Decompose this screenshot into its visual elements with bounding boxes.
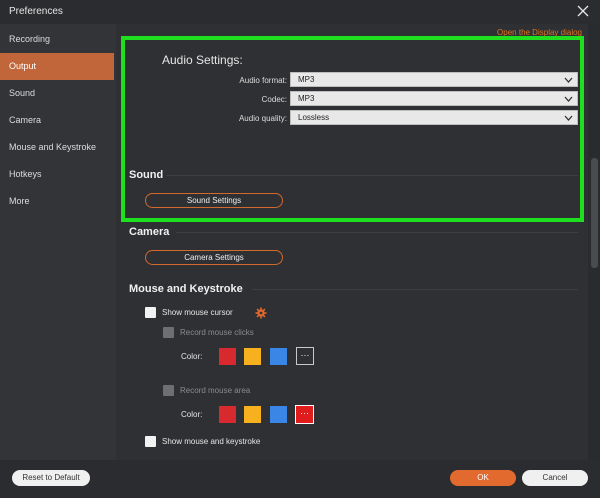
record-mouse-clicks-checkbox[interactable]	[163, 327, 174, 338]
ok-label: OK	[477, 473, 489, 482]
mouse-keystroke-section-title: Mouse and Keystroke	[129, 283, 243, 295]
sidebar-item-camera[interactable]: Camera	[0, 107, 114, 134]
reset-label: Reset to Default	[22, 473, 80, 482]
show-mouse-and-keystroke-checkbox[interactable]	[145, 436, 156, 447]
sidebar-item-more[interactable]: More	[0, 188, 114, 215]
sidebar-item-label: Recording	[9, 34, 51, 44]
more-colors-button[interactable]: ···	[296, 347, 314, 365]
custom-color-button-selected[interactable]: ···	[295, 405, 314, 424]
cancel-button[interactable]: Cancel	[522, 470, 588, 486]
sidebar: Recording Output Sound Camera Mouse and …	[0, 24, 116, 460]
show-mouse-cursor-checkbox[interactable]	[145, 307, 156, 318]
camera-section-title: Camera	[129, 226, 170, 238]
record-mouse-clicks-label: Record mouse clicks	[180, 328, 254, 337]
color-swatch-red[interactable]	[219, 406, 236, 423]
more-colors-glyph: ···	[300, 408, 309, 418]
footer-bar: Reset to Default OK Cancel	[0, 460, 600, 498]
sidebar-item-label: Hotkeys	[9, 169, 42, 179]
show-mouse-and-keystroke-label: Show mouse and keystroke	[162, 437, 261, 446]
gear-icon[interactable]	[255, 307, 267, 319]
cancel-label: Cancel	[542, 473, 568, 482]
sidebar-item-label: Sound	[9, 88, 36, 98]
camera-settings-label: Camera Settings	[184, 253, 244, 262]
reset-to-default-button[interactable]: Reset to Default	[12, 470, 90, 486]
window-title: Preferences	[9, 6, 63, 17]
sidebar-item-mouse-and-keystroke[interactable]: Mouse and Keystroke	[0, 134, 114, 161]
color-swatch-red[interactable]	[219, 348, 236, 365]
more-colors-glyph: ···	[300, 350, 310, 360]
section-divider	[176, 232, 578, 233]
color-swatch-blue[interactable]	[270, 406, 287, 423]
show-mouse-cursor-label: Show mouse cursor	[162, 308, 233, 317]
sidebar-item-sound[interactable]: Sound	[0, 80, 114, 107]
sidebar-item-label: Output	[9, 61, 37, 71]
color-swatch-blue[interactable]	[270, 348, 287, 365]
sidebar-item-output[interactable]: Output	[0, 53, 114, 80]
sidebar-item-hotkeys[interactable]: Hotkeys	[0, 161, 114, 188]
color-swatch-yellow[interactable]	[244, 348, 261, 365]
highlight-frame	[121, 36, 584, 222]
section-divider	[252, 289, 578, 290]
scrollbar-thumb[interactable]	[591, 158, 598, 268]
close-icon[interactable]	[574, 2, 592, 20]
sidebar-item-label: More	[9, 196, 30, 206]
record-mouse-area-checkbox[interactable]	[163, 385, 174, 396]
sidebar-item-label: Camera	[9, 115, 42, 125]
sidebar-item-label: Mouse and Keystroke	[9, 142, 97, 152]
color-label: Color:	[181, 410, 203, 419]
color-swatch-yellow[interactable]	[244, 406, 261, 423]
sidebar-item-recording[interactable]: Recording	[0, 26, 114, 53]
title-bar: Preferences	[0, 0, 600, 24]
record-mouse-area-label: Record mouse area	[180, 386, 251, 395]
color-label: Color:	[181, 352, 203, 361]
ok-button[interactable]: OK	[450, 470, 516, 486]
camera-settings-button[interactable]: Camera Settings	[145, 250, 283, 265]
